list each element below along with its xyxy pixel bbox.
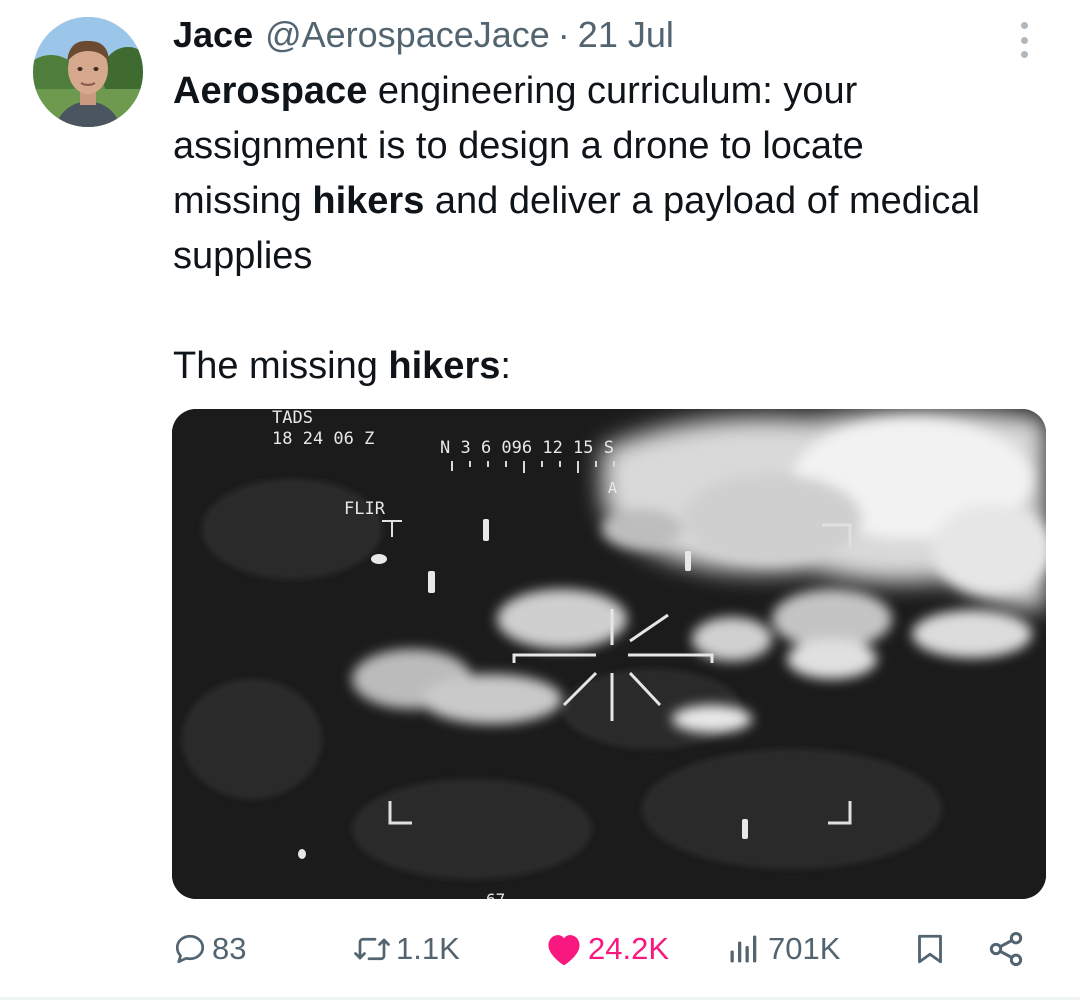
text-span: The missing [173,345,389,387]
heart-icon [548,935,580,966]
text-span: : [500,345,511,387]
share-icon [989,932,1023,966]
bookmark-button[interactable] [912,924,948,974]
hud-tads: TADS [272,409,313,428]
share-button[interactable] [986,924,1026,974]
repost-count: 1.1K [396,931,460,966]
thermal-footage-image: TADS 18 24 06 Z N 3 6 096 12 15 S A FLIR [172,409,1046,899]
repost-icon [354,937,390,961]
hud-marker: A [608,479,617,497]
bold-word: Aerospace [173,70,368,112]
tweet-date[interactable]: 21 Jul [578,14,674,56]
like-count: 24.2K [588,931,670,966]
hud-time: 18 24 06 Z [272,429,374,449]
reply-count: 83 [212,931,247,966]
more-icon[interactable] [1004,18,1044,62]
views-icon [730,935,757,963]
reply-icon [175,934,205,964]
bookmark-icon [918,934,942,964]
reply-button[interactable]: 83 [172,924,246,974]
hud-bottom: 67 [486,890,505,899]
tweet-text: Aerospace engineering curriculum: your a… [173,64,993,394]
more-dot [1020,51,1028,58]
author-name[interactable]: Jace [173,14,253,56]
repost-button[interactable]: 1.1K [352,924,460,974]
bold-word: hikers [388,345,501,387]
like-button[interactable]: 24.2K [544,924,669,974]
views-count: 701K [768,931,841,966]
tweet-paragraph-1: Aerospace engineering curriculum: your a… [173,64,993,284]
views-button[interactable]: 701K [724,924,840,974]
bold-word: hikers [312,180,425,222]
separator-dot: · [557,14,570,55]
author-handle[interactable]: @AerospaceJace [265,14,550,56]
more-dot [1020,36,1028,44]
more-dot [1020,22,1028,29]
hud-heading: N 3 6 096 12 15 S [440,438,614,458]
tweet-header: Jace @AerospaceJace · 21 Jul [173,14,674,56]
avatar[interactable] [33,17,143,127]
tweet-media[interactable]: TADS 18 24 06 Z N 3 6 096 12 15 S A FLIR [172,409,1046,899]
hud-flir: FLIR [344,499,386,519]
tweet-paragraph-2: The missing hikers: [173,339,993,394]
tweet-action-bar: 83 1.1K 24.2K 701K [172,924,1032,974]
avatar-photo [33,17,143,127]
